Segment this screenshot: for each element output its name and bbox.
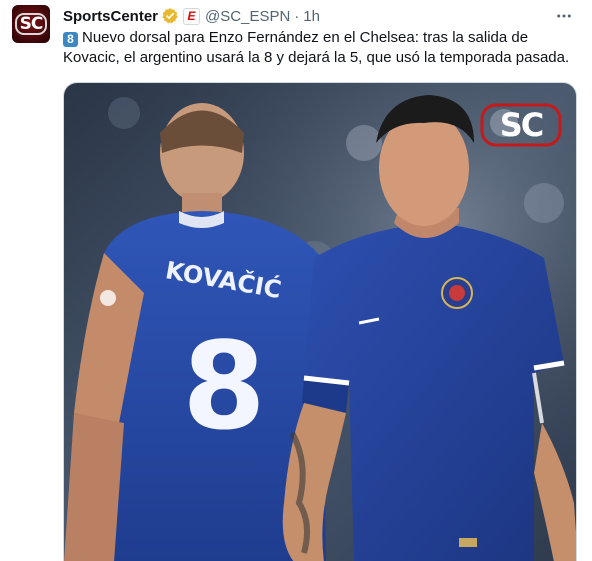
verified-badge-icon[interactable] (161, 7, 179, 25)
more-horizontal-icon[interactable] (554, 6, 574, 26)
espn-affiliate-icon[interactable]: E (183, 7, 201, 25)
separator-dot: · (294, 7, 300, 25)
sc-logo-icon: SC (14, 13, 48, 35)
handle[interactable]: @SC_ESPN (205, 8, 290, 25)
tweet-header: SportsCenter E @SC_ESPN · 1h (63, 6, 320, 26)
keycap-number-icon: 8 (63, 32, 78, 47)
display-name[interactable]: SportsCenter (63, 8, 158, 25)
tweet-body: Nuevo dorsal para Enzo Fernández en el C… (63, 29, 570, 66)
sc-watermark: SC (500, 106, 543, 144)
tweet[interactable]: SC SportsCenter E @SC_ESPN · 1h 8 Nuevo d… (0, 0, 592, 561)
tweet-media-photo[interactable]: KOVAČIĆ 8 SC (63, 82, 577, 561)
timestamp[interactable]: 1h (303, 8, 320, 25)
jersey-number: 8 (182, 318, 266, 457)
avatar[interactable]: SC (12, 5, 50, 43)
tweet-text: 8 Nuevo dorsal para Enzo Fernández en el … (63, 28, 583, 68)
